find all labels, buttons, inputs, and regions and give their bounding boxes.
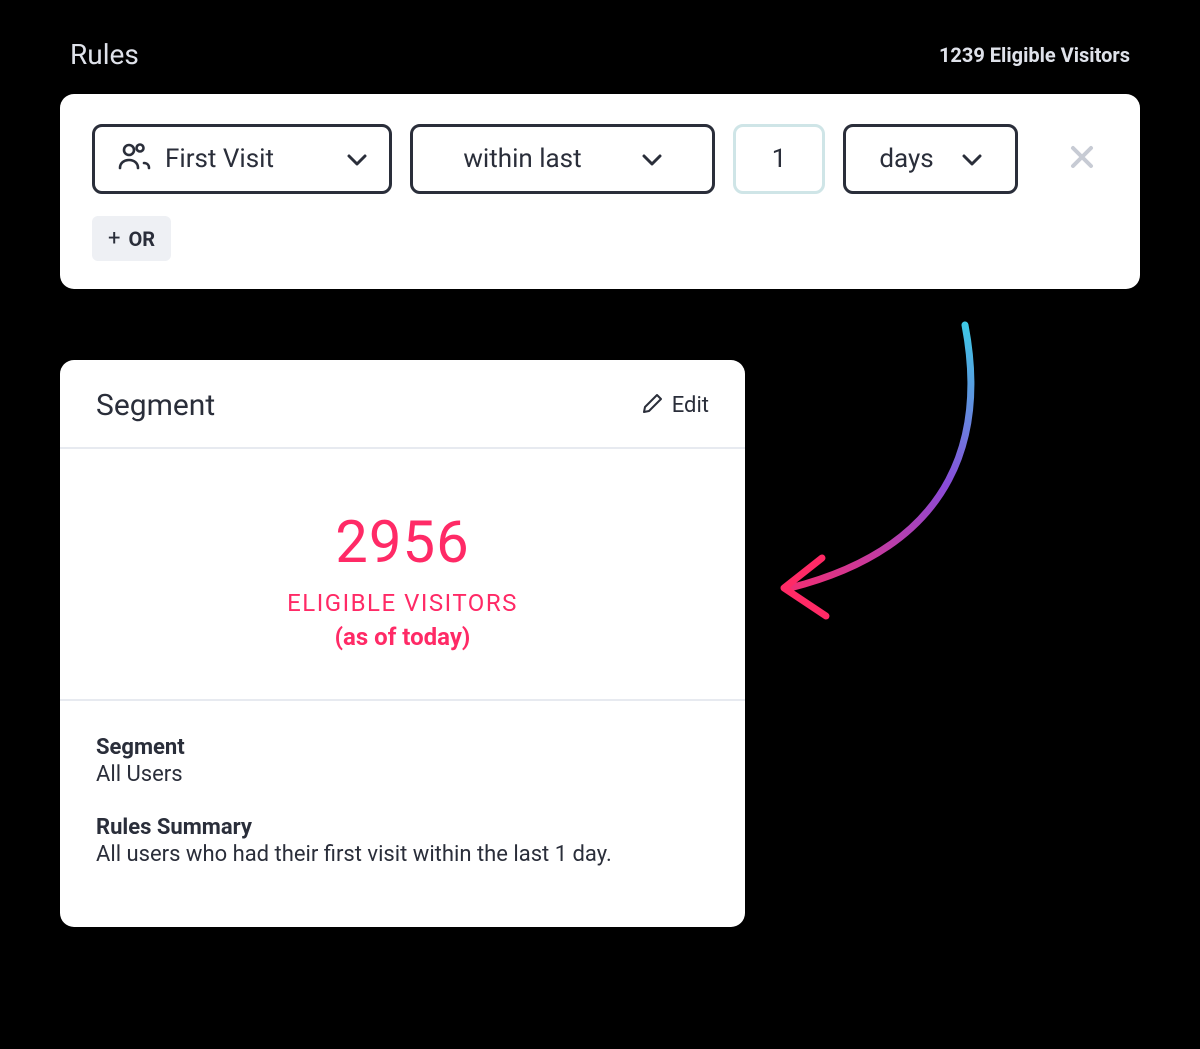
plus-icon: + [108,226,120,251]
add-or-button[interactable]: + OR [92,216,171,261]
edit-label: Edit [672,393,709,418]
chevron-down-icon [347,144,367,174]
rules-summary-label: Rules Summary [96,815,709,840]
users-icon [117,141,151,178]
time-operator-label: within last [463,144,581,174]
metric-label: ELIGIBLE VISITORS [60,589,745,617]
close-icon [1069,144,1095,174]
metric-sublabel: (as of today) [60,623,745,651]
rules-card: First Visit within last 1 days [60,94,1140,289]
segment-name-value: All Users [96,762,709,787]
rules-summary-value: All users who had their first visit with… [96,842,709,867]
chevron-down-icon [642,144,662,174]
edit-segment-button[interactable]: Edit [642,392,709,420]
chevron-down-icon [962,144,982,174]
time-unit-select[interactable]: days [843,124,1018,194]
time-value-text: 1 [772,144,787,174]
visitor-type-select[interactable]: First Visit [92,124,392,194]
connector-arrow [760,310,1050,650]
metric-value: 2956 [60,509,745,577]
segment-name-label: Segment [96,735,709,760]
time-value-input[interactable]: 1 [733,124,825,194]
pencil-icon [642,392,664,420]
visitor-type-label: First Visit [165,144,274,174]
segment-title: Segment [96,388,215,423]
segment-card: Segment Edit 2956 ELIGIBLE VISITORS (as … [60,360,745,927]
remove-rule-button[interactable] [1060,137,1104,181]
time-operator-select[interactable]: within last [410,124,715,194]
add-or-label: OR [128,227,155,251]
rules-title: Rules [70,38,139,71]
eligible-visitors-count: 1239 Eligible Visitors [939,43,1130,67]
time-unit-label: days [879,144,933,174]
segment-metric: 2956 ELIGIBLE VISITORS (as of today) [60,449,745,701]
